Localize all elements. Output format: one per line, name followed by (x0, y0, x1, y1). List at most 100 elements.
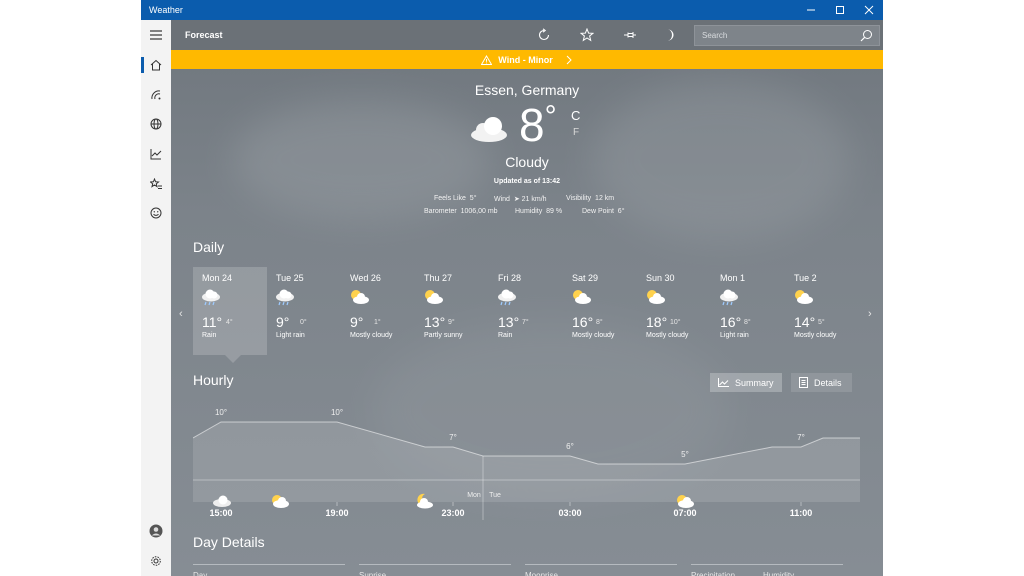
day-low: 8° (744, 319, 751, 326)
day-description: Rain (202, 332, 217, 339)
dew-point-stat: Dew Point 6° (582, 208, 625, 215)
search-icon[interactable] (860, 29, 873, 47)
moon-icon (668, 29, 674, 41)
day-high: 18° (646, 314, 668, 330)
day-description: Light rain (276, 332, 305, 339)
minimize-button[interactable] (796, 0, 825, 20)
day-low: 4° (226, 319, 233, 326)
hour-time-label: 23:00 (441, 508, 465, 518)
account-button[interactable] (141, 518, 171, 544)
hour-temp-label: 10° (330, 408, 344, 417)
barometer-stat: Barometer 1006,00 mb (424, 208, 498, 215)
window-title: Weather (149, 5, 183, 15)
star-list-icon (150, 178, 162, 189)
search-box[interactable]: Search (694, 25, 880, 46)
current-temperature: 8° (519, 99, 557, 151)
app-bar: Forecast Search (171, 20, 883, 50)
day-low: 8° (596, 319, 603, 326)
daily-card-2[interactable]: Wed 26 9° 1° Mostly cloudy (341, 267, 415, 355)
nav-forecast[interactable] (141, 52, 171, 78)
hour-time-label: 11:00 (789, 508, 813, 518)
hour-temp-label: 7° (449, 433, 457, 442)
humidity-stat: Humidity 89 % (515, 208, 563, 215)
theme-toggle-button[interactable] (661, 26, 679, 44)
day-description: Mostly cloudy (350, 332, 393, 339)
forecast-page: Forecast Search Wind - Minor Essen, Germ… (171, 20, 883, 576)
daily-card-7[interactable]: Mon 1 16° 8° Light rain (711, 267, 785, 355)
day-low: 9° (448, 319, 455, 326)
daily-card-4[interactable]: Fri 28 13° 7° Rain (489, 267, 563, 355)
nav-maps[interactable] (141, 111, 171, 137)
day-high: 9° (350, 314, 364, 330)
feels-like-stat: Feels Like 5° (434, 195, 477, 202)
home-icon (150, 59, 162, 71)
nav-radar[interactable] (141, 82, 171, 108)
chart-icon (718, 378, 729, 387)
selected-day-pointer (225, 355, 241, 363)
day-divider-label: Mon (467, 492, 481, 499)
hour-time-label: 19:00 (325, 508, 349, 518)
daily-card-8[interactable]: Tue 2 14° 5° Mostly cloudy (785, 267, 859, 355)
settings-button[interactable] (141, 548, 171, 574)
chevron-left-icon[interactable]: ‹ (179, 308, 183, 320)
page-title: Forecast (185, 30, 223, 40)
radar-icon (151, 90, 161, 100)
day-high: 14° (794, 314, 816, 330)
daily-card-1[interactable]: Tue 25 9° 0° Light rain (267, 267, 341, 355)
hour-temp-label: 10° (214, 408, 228, 417)
day-name: Tue 25 (276, 273, 304, 283)
day-high: 9° (276, 314, 290, 330)
weather-window: Weather Forecast Search Wind - Minor Ess… (141, 0, 883, 576)
warning-icon (481, 54, 493, 65)
day-detail-label: Day (193, 571, 208, 576)
chevron-right-icon[interactable]: › (868, 308, 872, 320)
daily-card-5[interactable]: Sat 29 16° 8° Mostly cloudy (563, 267, 637, 355)
hour-time-label: 15:00 (209, 508, 233, 518)
day-detail-label: Precipitation (691, 571, 736, 576)
daily-card-0[interactable]: Mon 24 11° 4° Rain (193, 267, 267, 355)
location-name: Essen, Germany (474, 82, 580, 98)
summary-button[interactable]: Summary (710, 373, 782, 392)
details-button[interactable]: Details (791, 373, 852, 392)
day-name: Sat 29 (572, 273, 599, 283)
alert-text: Wind - Minor (498, 54, 553, 65)
day-name: Thu 27 (424, 273, 453, 283)
pin-button[interactable] (621, 26, 639, 44)
rain-cloud-icon (275, 289, 295, 312)
globe-icon (150, 118, 162, 130)
nav-historical[interactable] (141, 141, 171, 167)
details-divider (525, 564, 677, 565)
rain-cloud-icon (497, 289, 517, 312)
temperature-area (193, 422, 860, 502)
nav-feedback[interactable] (141, 200, 171, 226)
daily-card-6[interactable]: Sun 30 18° 10° Mostly cloudy (637, 267, 711, 355)
day-detail-label: Moonrise (525, 571, 558, 576)
hour-temp-label: 6° (566, 442, 574, 451)
nav-favorites[interactable] (141, 171, 171, 197)
rain-cloud-icon (201, 289, 221, 312)
refresh-button[interactable] (535, 26, 553, 44)
day-description: Partly sunny (424, 332, 463, 339)
nav-sidebar (141, 20, 171, 576)
details-divider (691, 564, 843, 565)
day-high: 11° (202, 314, 223, 330)
hamburger-menu-button[interactable] (141, 22, 171, 48)
favorite-button[interactable] (578, 26, 596, 44)
day-name: Tue 2 (794, 273, 817, 283)
day-high: 13° (498, 314, 520, 330)
daily-section-title: Daily (193, 239, 225, 255)
weather-alert-banner[interactable]: Wind - Minor (171, 50, 883, 69)
close-button[interactable] (854, 0, 883, 20)
wind-stat: Wind ➤ 21 km/h (494, 196, 547, 203)
unit-celsius[interactable]: C (571, 108, 580, 123)
day-name: Fri 28 (498, 273, 522, 283)
cloud-icon (471, 117, 507, 142)
unit-fahrenheit[interactable]: F (573, 127, 579, 138)
day-description: Rain (498, 332, 513, 339)
day-high: 16° (720, 314, 742, 330)
maximize-button[interactable] (825, 0, 854, 20)
partly-sunny-icon (571, 289, 591, 310)
refresh-icon (538, 28, 550, 41)
daily-card-3[interactable]: Thu 27 13° 9° Partly sunny (415, 267, 489, 355)
rain-cloud-icon (719, 289, 739, 312)
